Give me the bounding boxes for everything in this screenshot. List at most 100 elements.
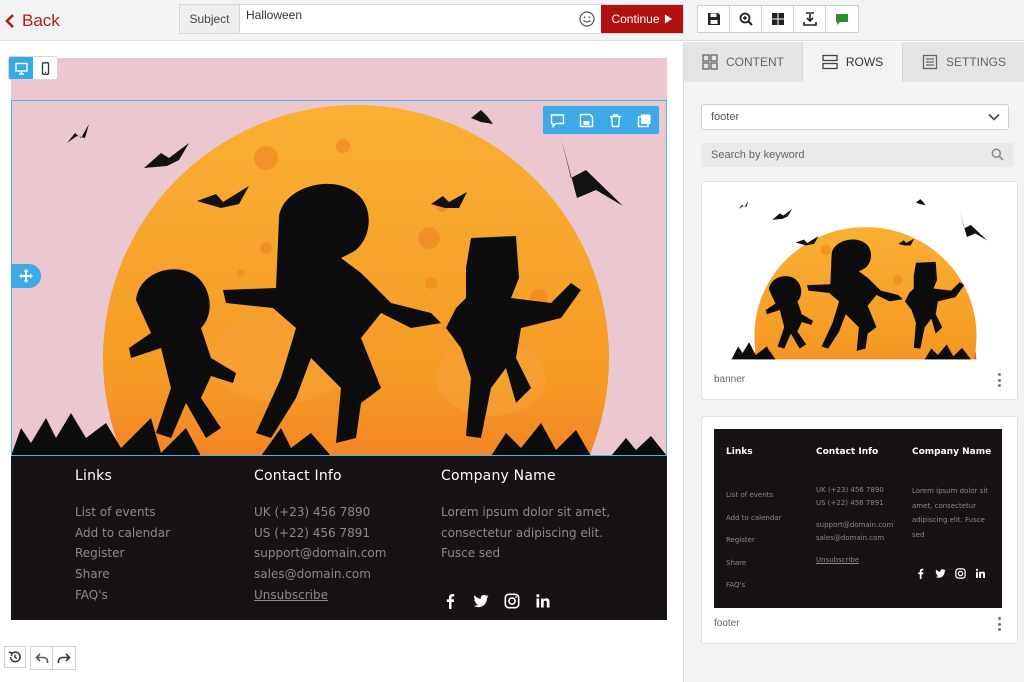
toolbar [697, 5, 859, 33]
row-card-footer[interactable]: Links List of events Add to calendar Reg… [701, 416, 1018, 644]
email-body: Links List of events Add to calendar Reg… [11, 58, 667, 620]
mini-contact-item: sales@domain.com [816, 534, 885, 542]
back-label: Back [22, 11, 60, 30]
dropdown-value: footer [711, 111, 740, 123]
contact-email-support[interactable]: support@domain.com [254, 543, 386, 564]
chevron-down-icon [988, 113, 1000, 121]
linkedin-icon[interactable] [534, 592, 552, 610]
templates-button[interactable] [762, 6, 794, 32]
footer-link[interactable]: List of events [75, 502, 170, 523]
tab-content-label: CONTENT [726, 55, 784, 69]
back-button[interactable]: Back [4, 10, 60, 32]
comment-icon [836, 14, 848, 25]
subject-field-wrap [240, 5, 601, 33]
mini-company-heading: Company Name [912, 447, 992, 457]
grid-icon [771, 13, 784, 25]
preview-button[interactable] [730, 6, 762, 32]
footer-contact-heading: Contact Info [254, 468, 342, 484]
sidebar-tabs: CONTENT ROWS SETTINGS [684, 42, 1024, 82]
row-save-button[interactable] [572, 106, 601, 134]
comment-icon [550, 113, 565, 128]
emoji-icon[interactable] [579, 11, 595, 27]
row-duplicate-button[interactable] [630, 106, 659, 134]
save-button[interactable] [698, 6, 730, 32]
mini-links-heading: Links [726, 447, 753, 457]
continue-button[interactable]: Continue [601, 5, 683, 33]
row-type-dropdown[interactable]: footer [701, 104, 1009, 130]
chevron-left-icon [5, 14, 14, 28]
row-delete-button[interactable] [601, 106, 630, 134]
mini-social-icons [915, 568, 986, 579]
card-label-banner: banner [714, 374, 746, 385]
search-icon[interactable] [991, 148, 1004, 161]
tab-settings[interactable]: SETTINGS [903, 42, 1024, 82]
mini-link: Share [726, 558, 747, 567]
row-comment-button[interactable] [543, 106, 572, 134]
search-input[interactable] [701, 143, 1013, 167]
footer-company-heading: Company Name [441, 468, 556, 484]
tab-settings-label: SETTINGS [945, 55, 1006, 69]
instagram-icon[interactable] [503, 592, 521, 610]
mobile-view-button[interactable] [33, 57, 57, 79]
row-move-handle[interactable] [11, 264, 41, 288]
history-button[interactable] [4, 646, 26, 668]
row-card-banner[interactable]: banner [701, 181, 1018, 400]
redo-icon [57, 653, 71, 663]
twitter-icon[interactable] [472, 592, 490, 610]
subject-bar: Subject Continue [179, 4, 684, 34]
trash-icon [610, 113, 621, 127]
contact-phone-us: US (+22) 456 7891 [254, 525, 370, 540]
footer-link[interactable]: FAQ's [75, 585, 170, 606]
contact-email-sales[interactable]: sales@domain.com [254, 564, 386, 585]
instagram-icon [955, 568, 966, 579]
mini-company-line: sed [912, 530, 925, 539]
footer-thumbnail: Links List of events Add to calendar Reg… [714, 429, 1002, 608]
unsubscribe-link[interactable]: Unsubscribe [254, 585, 386, 606]
mini-link: List of events [726, 491, 774, 499]
subject-label: Subject [180, 5, 240, 33]
row-actions-toolbar [543, 106, 659, 134]
mini-contact-item: support@domain.com [816, 521, 894, 529]
floppy-disk-icon [579, 113, 594, 127]
desktop-icon [14, 62, 28, 75]
mini-links-column: Links List of events Add to calendar Reg… [726, 447, 781, 597]
grid-icon [702, 54, 718, 70]
undo-redo-group [30, 646, 76, 670]
footer-company-column: Company Name Lorem ipsum dolor sit amet,… [441, 468, 610, 609]
device-toggle [8, 56, 58, 80]
card-menu-button[interactable] [995, 617, 1003, 631]
tab-content[interactable]: CONTENT [684, 42, 803, 82]
play-icon [664, 14, 672, 24]
history-controls [4, 646, 76, 670]
comments-button[interactable] [826, 6, 858, 32]
mini-link: FAQ's [726, 581, 746, 590]
social-icons [441, 592, 552, 610]
footer-row[interactable]: Links List of events Add to calendar Reg… [11, 456, 667, 620]
card-label-footer: footer [714, 618, 740, 629]
mini-contact-item: UK (+23) 456 7890 [816, 486, 884, 494]
mini-company-line: adipiscing elit. Fusce [912, 516, 985, 525]
facebook-icon[interactable] [441, 592, 459, 610]
subject-input[interactable] [240, 5, 601, 33]
desktop-view-button[interactable] [9, 57, 33, 79]
footer-links-heading: Links [75, 468, 112, 484]
top-bar: Back Subject Continue [0, 0, 1024, 41]
continue-label: Continue [611, 12, 660, 26]
mini-link: Add to calendar [726, 513, 782, 522]
footer-links-column: Links List of events Add to calendar Reg… [75, 468, 170, 606]
undo-button[interactable] [31, 647, 53, 669]
card-menu-button[interactable] [995, 373, 1003, 387]
footer-link[interactable]: Share [75, 564, 170, 585]
footer-link[interactable]: Add to calendar [75, 523, 170, 544]
mini-unsubscribe: Unsubscribe [816, 556, 860, 564]
redo-button[interactable] [53, 647, 75, 669]
mini-contact-heading: Contact Info [816, 447, 879, 457]
move-icon [19, 269, 33, 283]
export-button[interactable] [794, 6, 826, 32]
mini-company-column: Company Name Lorem ipsum dolor sit amet,… [912, 447, 991, 542]
tab-rows[interactable]: ROWS [803, 42, 903, 82]
download-icon [802, 12, 817, 26]
footer-link[interactable]: Register [75, 543, 170, 564]
banner-thumbnail [714, 194, 1002, 365]
mini-footer: Links List of events Add to calendar Reg… [714, 429, 1002, 608]
